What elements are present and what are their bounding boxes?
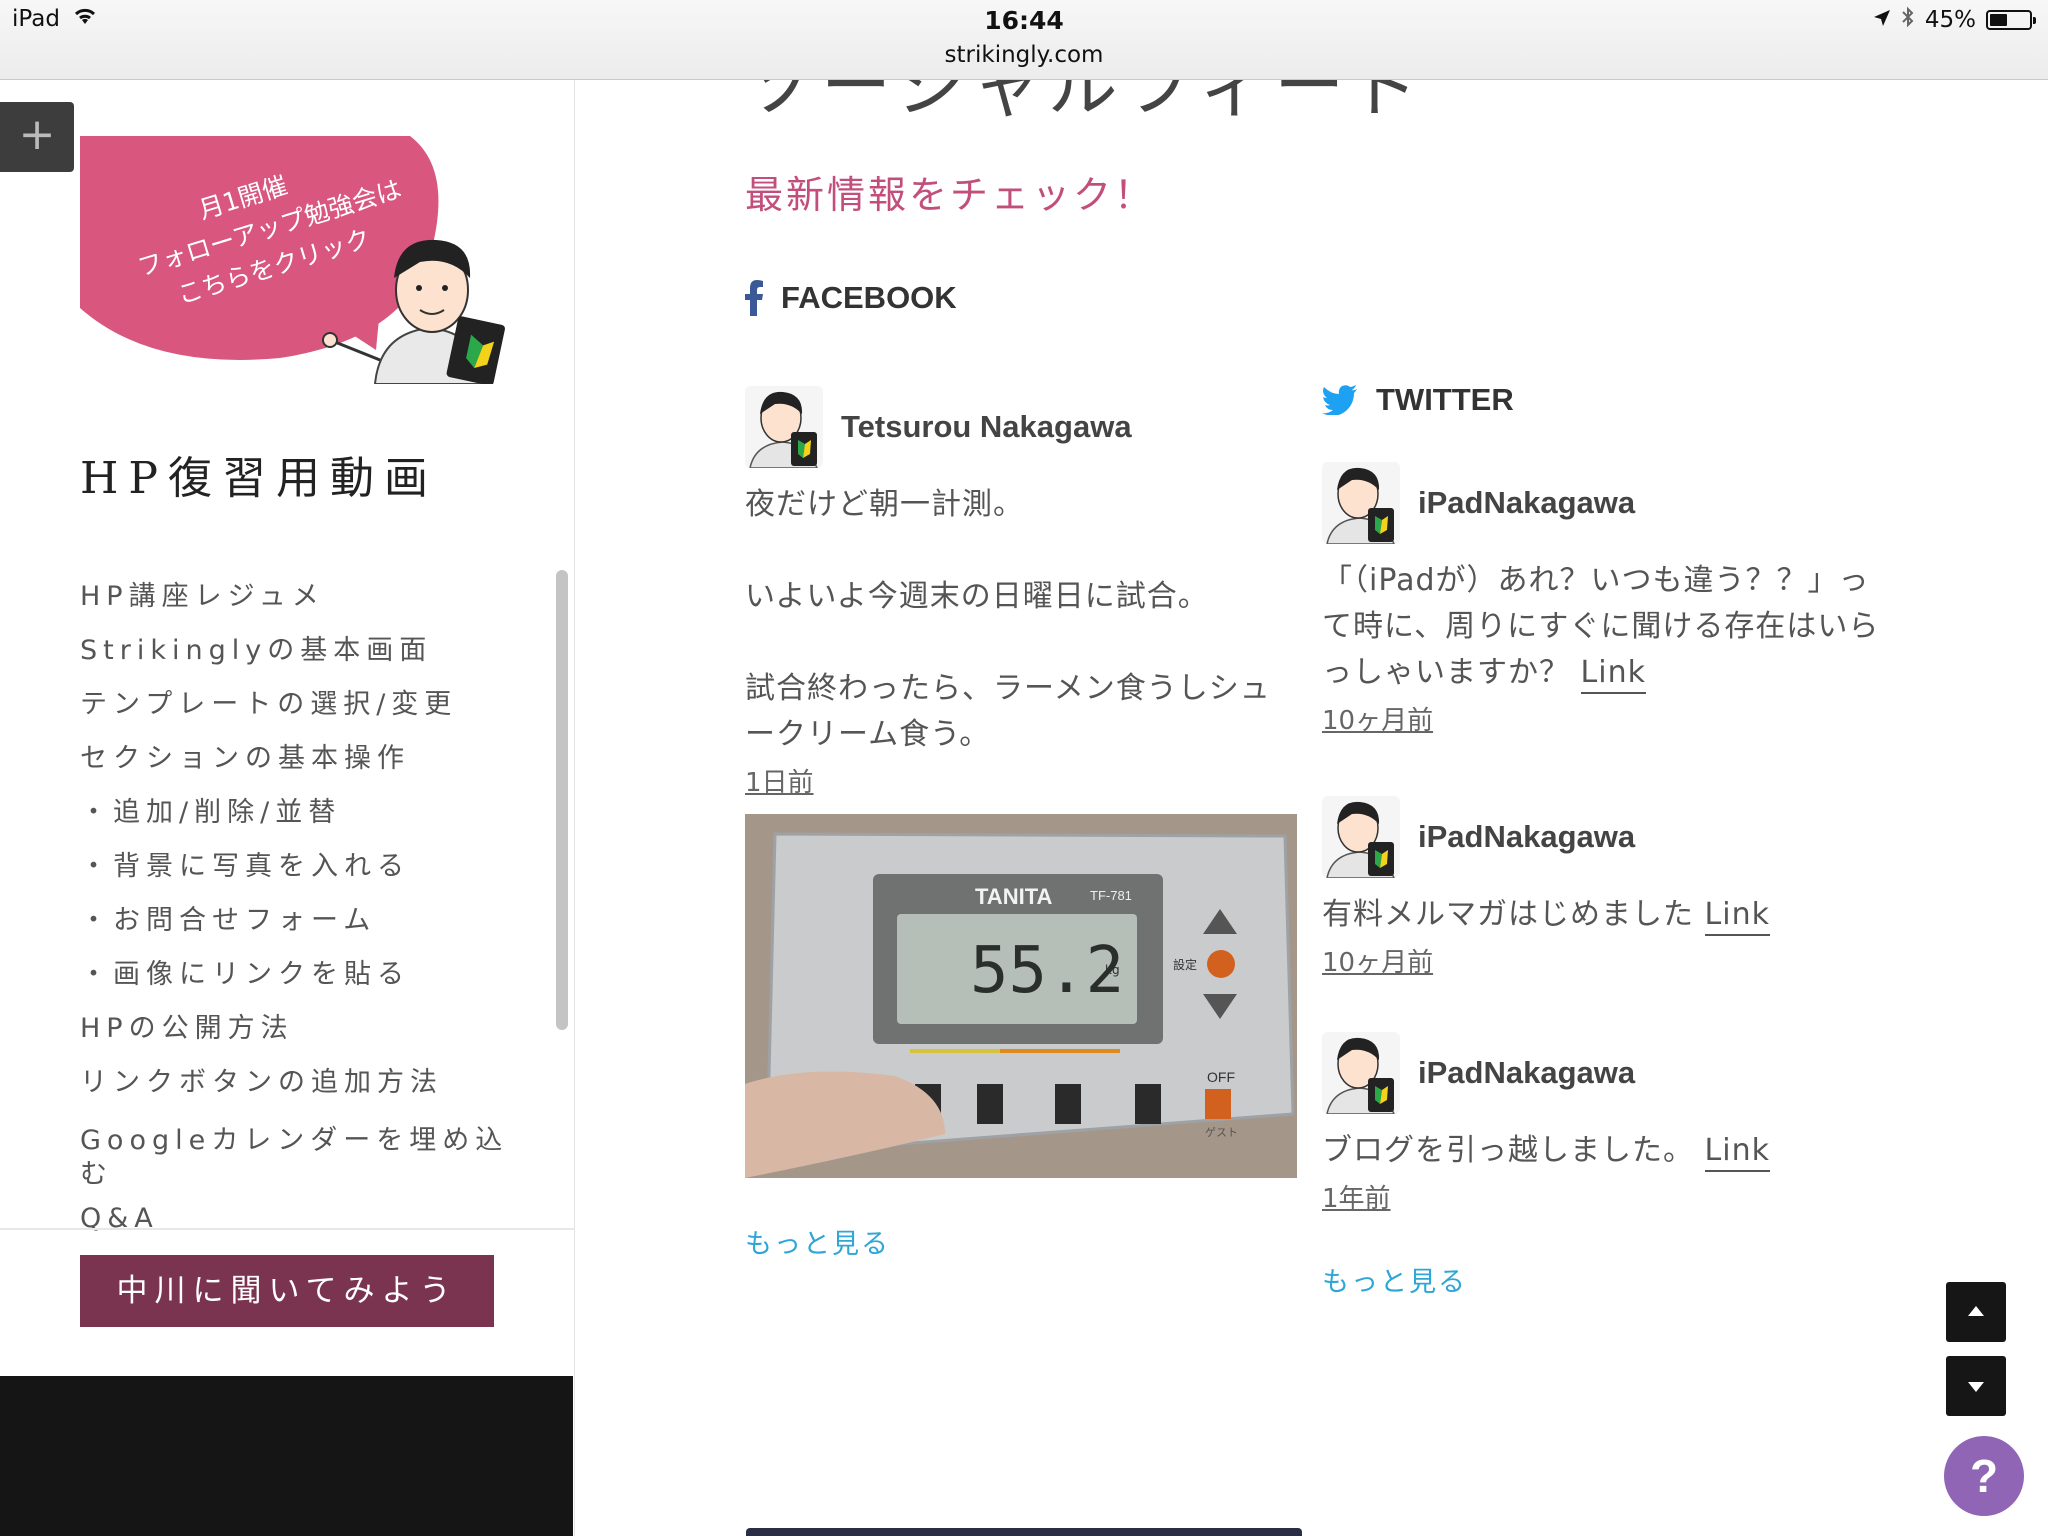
battery-icon <box>1986 10 2036 30</box>
help-button[interactable]: ? <box>1944 1436 2024 1516</box>
tweet: iPadNakagawa 「（iPadが）あれ？いつも違う？？」って時に、周りに… <box>1322 462 1882 737</box>
url-bar[interactable]: strikingly.com <box>0 42 2048 68</box>
nav-item-publish[interactable]: HPの公開方法 <box>80 1002 540 1056</box>
sidebar-nav: HP講座レジュメ Strikinglyの基本画面 テンプレートの選択/変更 セク… <box>80 570 540 1315</box>
section-subheading: 最新情報をチェック！ <box>745 173 1156 217</box>
scale-model: TF-781 <box>1090 888 1132 903</box>
tweet-body: ブログを引っ越しました。 Link <box>1322 1128 1882 1174</box>
tweet-link[interactable]: Link <box>1580 655 1646 694</box>
nav-item-image-link[interactable]: ・画像にリンクを貼る <box>80 948 540 1002</box>
sidebar-scrollbar[interactable] <box>556 570 568 1030</box>
nav-item-contact-form[interactable]: ・お問合せフォーム <box>80 894 540 948</box>
tweet-author[interactable]: iPadNakagawa <box>1322 462 1882 544</box>
nav-item-google-calendar[interactable]: Googleカレンダーを埋め込む <box>80 1110 540 1192</box>
tweet-timestamp[interactable]: 1年前 <box>1322 1178 1882 1215</box>
twitter-label: TWITTER <box>1376 382 1514 417</box>
author-name: Tetsurou Nakagawa <box>841 409 1132 444</box>
tweet-timestamp[interactable]: 10ヶ月前 <box>1322 942 1882 979</box>
tweet-text: 有料メルマガはじめました <box>1322 897 1694 932</box>
author-name: iPadNakagawa <box>1418 1055 1636 1090</box>
post-body: 夜だけど朝一計測。 いよいよ今週末の日曜日に試合。 試合終わったら、ラーメン食う… <box>745 482 1285 758</box>
nav-item-qa[interactable]: Q&A <box>80 1192 540 1246</box>
post-timestamp[interactable]: 1日前 <box>745 762 1285 799</box>
tweet-timestamp[interactable]: 10ヶ月前 <box>1322 700 1882 737</box>
twitter-more-link[interactable]: もっと見る <box>1322 1260 1467 1299</box>
facebook-label: FACEBOOK <box>781 280 957 315</box>
sidebar-divider <box>0 1228 575 1230</box>
tweet-author[interactable]: iPadNakagawa <box>1322 796 1882 878</box>
sidebar-footer <box>0 1376 573 1536</box>
facebook-post: Tetsurou Nakagawa 夜だけど朝一計測。 いよいよ今週末の日曜日に… <box>745 386 1285 799</box>
post-author[interactable]: Tetsurou Nakagawa <box>745 386 1285 468</box>
post-line-2: いよいよ今週末の日曜日に試合。 <box>745 579 1209 614</box>
post-line-3: 試合終わったら、ラーメン食うしシュークリーム食う。 <box>745 671 1271 752</box>
bottom-toolbar-edge <box>746 1528 1302 1536</box>
scroll-up-button[interactable] <box>1946 1282 2006 1342</box>
facebook-header: FACEBOOK <box>745 280 957 316</box>
sidebar-title: HP復習用動画 <box>80 453 438 504</box>
nav-item-add-delete-sort[interactable]: ・追加/削除/並替 <box>80 786 540 840</box>
author-name: iPadNakagawa <box>1418 485 1636 520</box>
scale-setting-label: 設定 <box>1173 957 1197 972</box>
ask-nakagawa-button[interactable]: 中川に聞いてみよう <box>80 1255 494 1327</box>
sidebar: + 月1開催 フォローアップ勉強会は こちらをクリック HP復習用動画 HP講座… <box>0 80 575 1536</box>
tweet-link[interactable]: Link <box>1704 1133 1770 1172</box>
scale-brand: TANITA <box>975 884 1052 909</box>
main-content: ソーシャルフィード 最新情報をチェック！ FACEBOOK Tetsurou N… <box>575 80 2048 1536</box>
scroll-down-button[interactable] <box>1946 1356 2006 1416</box>
battery-percent: 45% <box>1924 7 1976 33</box>
tweet-body: 有料メルマガはじめました Link <box>1322 892 1882 938</box>
nav-item-template[interactable]: テンプレートの選択/変更 <box>80 678 540 732</box>
clock: 16:44 <box>984 6 1064 35</box>
nav-item-basic-screen[interactable]: Strikinglyの基本画面 <box>80 624 540 678</box>
twitter-icon <box>1322 385 1357 415</box>
avatar <box>745 386 823 468</box>
avatar <box>1322 796 1400 878</box>
tweet: iPadNakagawa ブログを引っ越しました。 Link 1年前 <box>1322 1032 1882 1215</box>
tweet-text: ブログを引っ越しました。 <box>1322 1133 1694 1168</box>
facebook-more-link[interactable]: もっと見る <box>745 1222 890 1261</box>
nav-item-background-photo[interactable]: ・背景に写真を入れる <box>80 840 540 894</box>
facebook-icon <box>745 280 763 316</box>
author-name: iPadNakagawa <box>1418 819 1636 854</box>
caret-up-icon <box>1968 1306 1984 1316</box>
nav-item-link-button[interactable]: リンクボタンの追加方法 <box>80 1056 540 1110</box>
battery-level <box>1990 14 2008 26</box>
location-icon <box>1873 7 1891 33</box>
scale-guest-label: ゲスト <box>1205 1126 1238 1139</box>
tweet-link[interactable]: Link <box>1704 897 1770 936</box>
avatar <box>1322 1032 1400 1114</box>
status-right: 45% <box>1873 6 2036 34</box>
tweet-author[interactable]: iPadNakagawa <box>1322 1032 1882 1114</box>
avatar <box>1322 462 1400 544</box>
study-session-banner[interactable]: 月1開催 フォローアップ勉強会は こちらをクリック <box>80 128 514 384</box>
twitter-header: TWITTER <box>1322 382 1514 418</box>
status-bar: iPad 16:44 strikingly.com 45% <box>0 0 2048 80</box>
caret-down-icon <box>1968 1382 1984 1392</box>
tweet-body: 「（iPadが）あれ？いつも違う？？」って時に、周りにすぐに聞ける存在はいらっし… <box>1322 558 1882 696</box>
scale-off-label: OFF <box>1207 1069 1235 1085</box>
scale-unit: kg <box>1105 963 1120 977</box>
nav-item-resume[interactable]: HP講座レジュメ <box>80 570 540 624</box>
post-photo[interactable]: TANITA TF-781 55.2 kg 設定 OFF ゲスト <box>745 814 1297 1178</box>
scale-reading: 55.2 <box>970 934 1124 1008</box>
post-line-1: 夜だけど朝一計測。 <box>745 487 1024 522</box>
section-heading: ソーシャルフィード <box>745 80 1427 127</box>
nav-item-section-basics[interactable]: セクションの基本操作 <box>80 732 540 786</box>
bluetooth-icon <box>1901 6 1915 34</box>
add-section-button[interactable]: + <box>0 102 74 172</box>
tweet: iPadNakagawa 有料メルマガはじめました Link 10ヶ月前 <box>1322 796 1882 979</box>
